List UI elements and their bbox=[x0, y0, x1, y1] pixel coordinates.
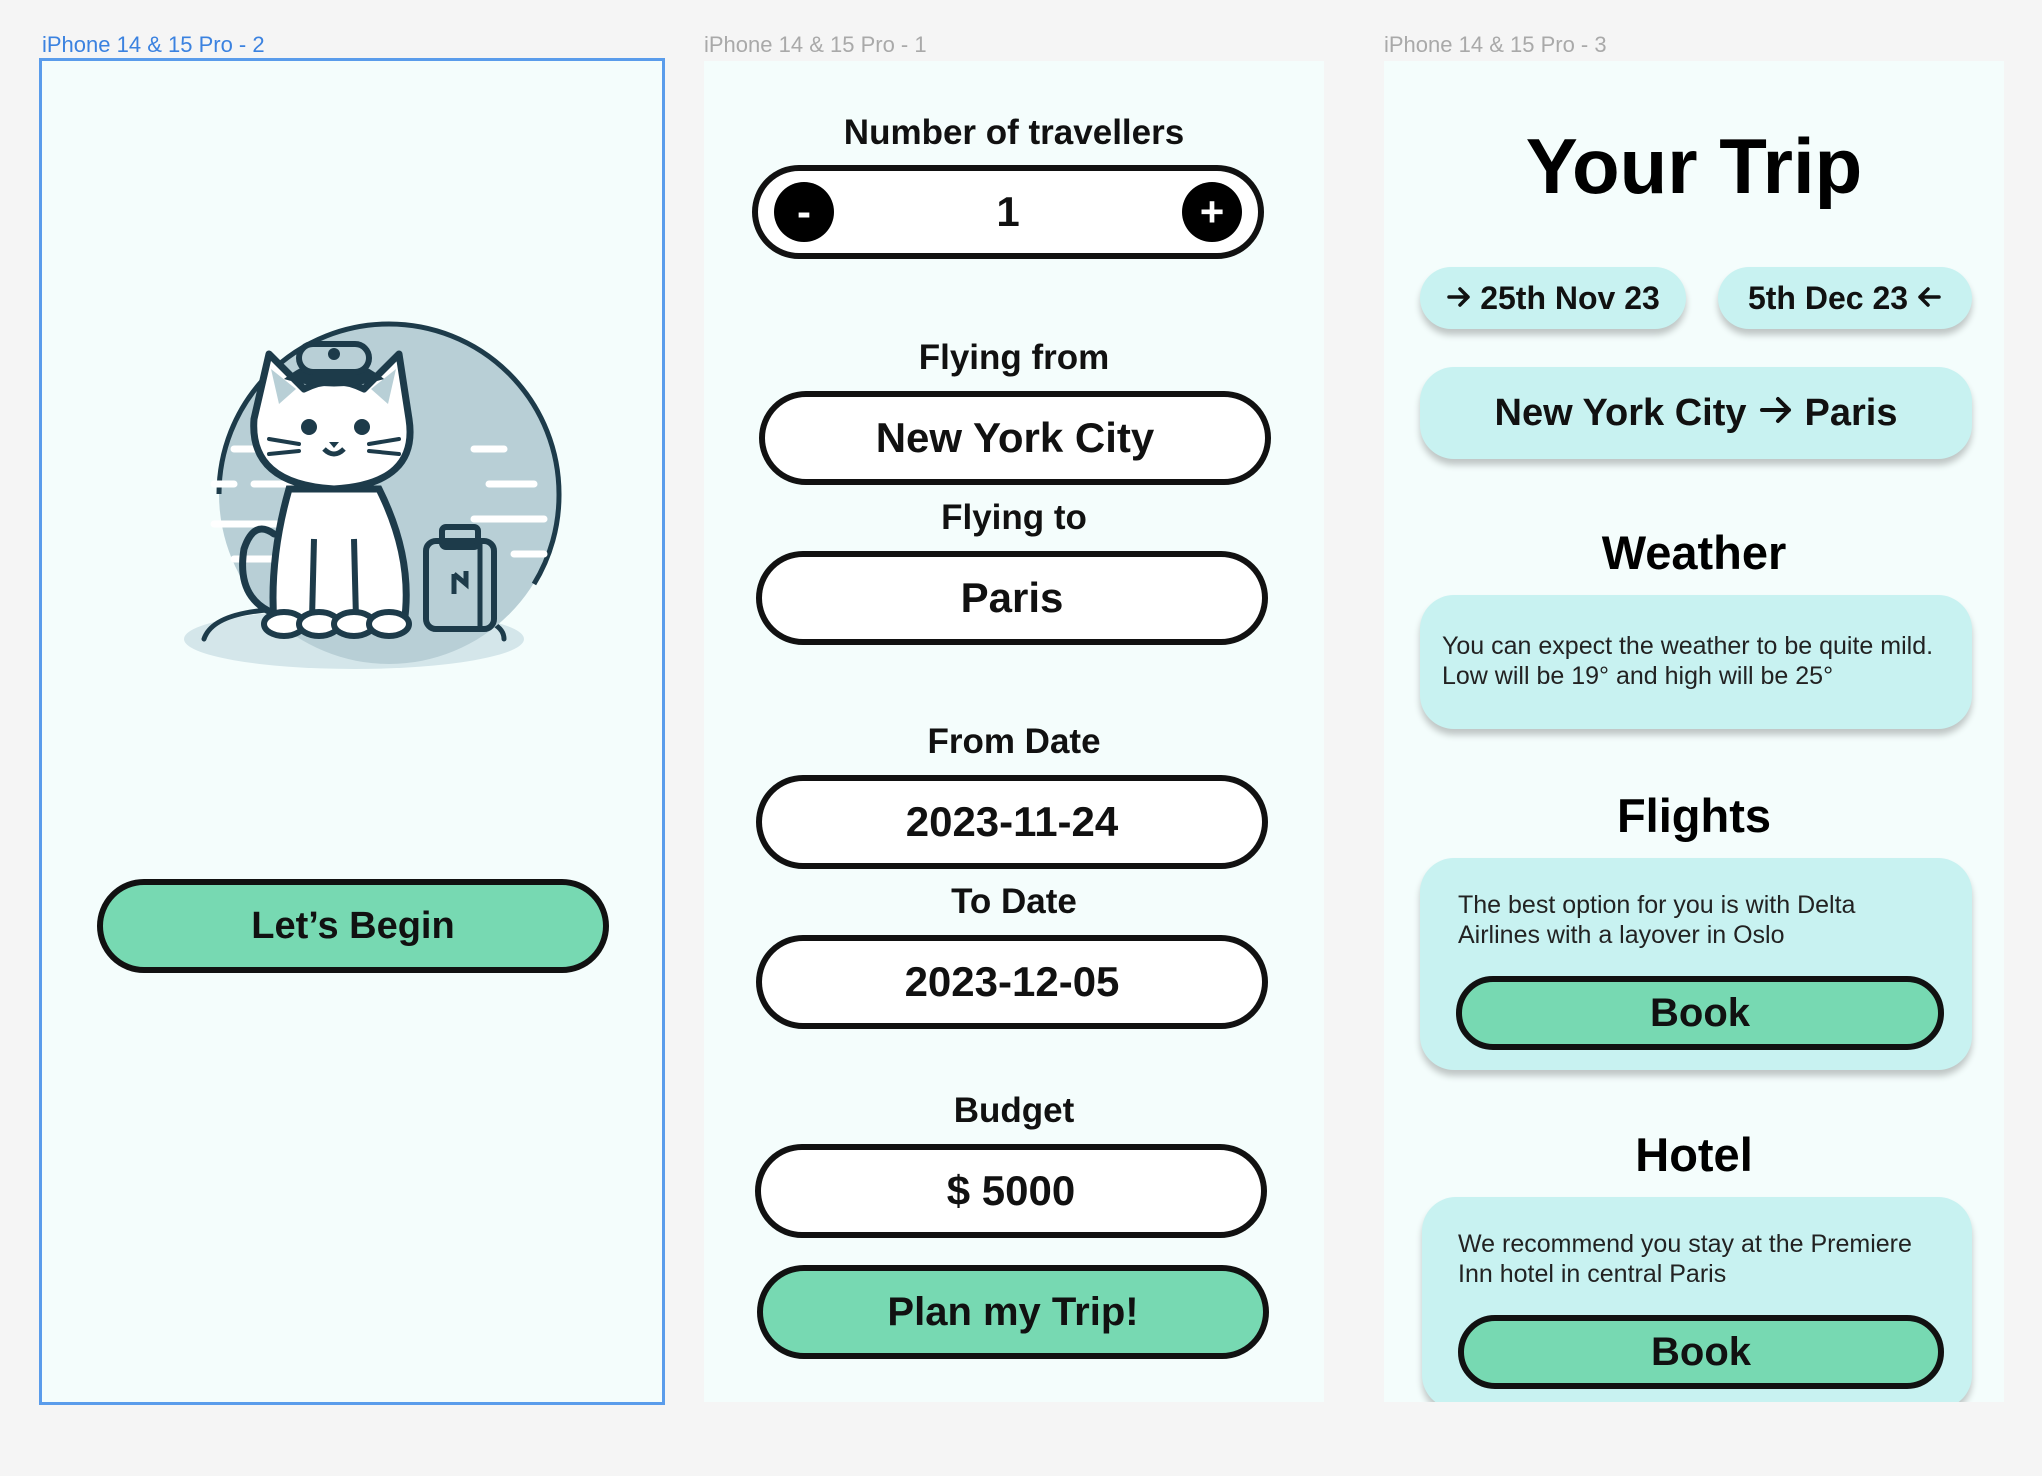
plus-icon: + bbox=[1199, 188, 1225, 235]
flying-to-label: Flying to bbox=[941, 498, 1087, 537]
frame-label-welcome[interactable]: iPhone 14 & 15 Pro - 2 bbox=[42, 32, 265, 58]
budget-label: Budget bbox=[953, 1091, 1075, 1130]
trip-summary-frame: Your Trip 25th Nov 23 5th Dec 23 New Yor… bbox=[1384, 61, 2004, 1402]
budget-input[interactable]: $ 5000 bbox=[755, 1144, 1267, 1238]
welcome-screen-frame[interactable]: Let’s Begin bbox=[39, 58, 665, 1405]
return-date-chip: 5th Dec 23 bbox=[1718, 267, 1972, 329]
flying-from-label: Flying from bbox=[918, 338, 1110, 377]
depart-date: 25th Nov 23 bbox=[1480, 279, 1660, 316]
weather-text: You can expect the weather to be quite m… bbox=[1442, 632, 1934, 690]
lets-begin-button[interactable]: Let’s Begin bbox=[97, 879, 609, 973]
flying-from-input[interactable]: New York City bbox=[759, 391, 1271, 485]
hotel-heading: Hotel bbox=[1635, 1128, 1753, 1181]
route-arrow-icon bbox=[1759, 392, 1793, 435]
minus-icon: - bbox=[797, 188, 811, 235]
route-destination: Paris bbox=[1804, 391, 1898, 434]
travellers-stepper: - 1 + bbox=[752, 165, 1264, 259]
increment-button[interactable]: + bbox=[1182, 182, 1242, 242]
from-date-label: From Date bbox=[927, 722, 1101, 761]
weather-card: You can expect the weather to be quite m… bbox=[1420, 595, 1972, 729]
flying-to-input[interactable]: Paris bbox=[756, 551, 1268, 645]
page-title: Your Trip bbox=[1525, 122, 1863, 210]
book-hotel-button[interactable]: Book bbox=[1458, 1315, 1944, 1389]
flights-text: The best option for you is with Delta Ai… bbox=[1458, 891, 1856, 949]
route-card: New York City Paris bbox=[1420, 367, 1972, 459]
travellers-count: 1 bbox=[996, 188, 1020, 235]
arrow-right-icon bbox=[1446, 280, 1472, 317]
cat-pilot-illustration bbox=[174, 309, 564, 699]
from-date-input[interactable]: 2023-11-24 bbox=[756, 775, 1268, 869]
frame-label-form[interactable]: iPhone 14 & 15 Pro - 1 bbox=[704, 32, 927, 58]
hotel-card: We recommend you stay at the Premiere In… bbox=[1422, 1197, 1972, 1402]
weather-heading: Weather bbox=[1601, 526, 1787, 579]
arrow-left-icon bbox=[1916, 280, 1942, 317]
flights-card: The best option for you is with Delta Ai… bbox=[1420, 858, 1972, 1070]
decrement-button[interactable]: - bbox=[774, 182, 834, 242]
plan-trip-button[interactable]: Plan my Trip! bbox=[757, 1265, 1269, 1359]
hotel-text: We recommend you stay at the Premiere In… bbox=[1458, 1230, 1912, 1288]
depart-date-chip: 25th Nov 23 bbox=[1420, 267, 1686, 329]
to-date-input[interactable]: 2023-12-05 bbox=[756, 935, 1268, 1029]
frame-label-trip[interactable]: iPhone 14 & 15 Pro - 3 bbox=[1384, 32, 1607, 58]
route-origin: New York City bbox=[1494, 391, 1747, 434]
return-date: 5th Dec 23 bbox=[1747, 279, 1909, 316]
travellers-label: Number of travellers bbox=[843, 113, 1185, 152]
trip-form-frame: Number of travellers - 1 + Flying from N… bbox=[704, 61, 1324, 1402]
book-flight-button[interactable]: Book bbox=[1456, 976, 1944, 1050]
to-date-label: To Date bbox=[951, 882, 1077, 921]
flights-heading: Flights bbox=[1616, 789, 1772, 842]
